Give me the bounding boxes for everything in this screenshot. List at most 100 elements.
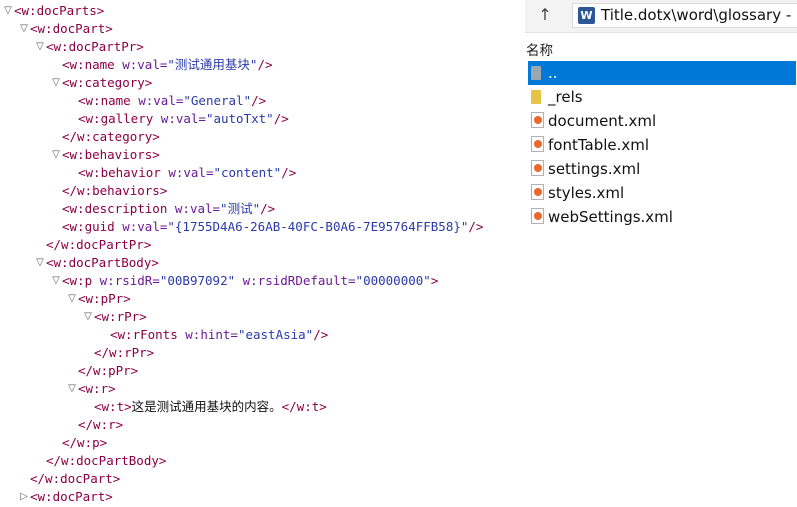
file-name: .. — [548, 64, 558, 82]
xml-tag: /> — [273, 111, 289, 126]
xml-attr-name: w:hint= — [185, 327, 238, 342]
xml-tag: <w:docPartPr> — [46, 39, 144, 54]
xml-tag: <w:docPartBody> — [46, 255, 159, 270]
file-list-item[interactable]: webSettings.xml — [528, 205, 796, 229]
word-doc-icon: W — [578, 7, 595, 24]
xml-tag: </w:r> — [78, 417, 124, 432]
folder-up-icon — [531, 66, 541, 80]
xml-tag: </w:docPart> — [30, 471, 121, 486]
xml-node-text: <w:guid w:val="{1755D4A6-26AB-40FC-B0A6-… — [62, 218, 483, 236]
xml-node-text: </w:rPr> — [94, 344, 154, 362]
xml-tag: </w:behaviors> — [62, 183, 168, 198]
xml-file-icon — [531, 208, 544, 224]
xml-node-text: <w:behavior w:val="content"/> — [78, 164, 296, 182]
xml-node-text: <w:name w:val="General"/> — [78, 92, 266, 110]
xml-tag: <w:behaviors> — [62, 147, 160, 162]
xml-tag: /> — [468, 219, 484, 234]
xml-attr-name: w:val= — [160, 111, 206, 126]
column-header-name[interactable]: 名称 — [526, 39, 553, 59]
xml-node-text: <w:docPartPr> — [46, 38, 144, 56]
xml-tag: <w:docParts> — [14, 3, 105, 18]
xml-node-text: <w:category> — [62, 74, 152, 92]
xml-node-text: <w:p w:rsidR="00B97092" w:rsidRDefault="… — [62, 272, 438, 290]
xml-node-text: </w:category> — [62, 128, 160, 146]
xml-node-text: </w:r> — [78, 416, 123, 434]
xml-node-text: </w:docPart> — [30, 470, 120, 488]
collapse-triangle-icon[interactable]: ▽ — [50, 272, 62, 290]
file-list-item[interactable]: settings.xml — [528, 157, 796, 181]
xml-tag: /> — [281, 165, 297, 180]
collapse-triangle-icon[interactable]: ▽ — [66, 380, 78, 398]
xml-node-text: <w:docPart> — [30, 488, 113, 506]
xml-tag: <w:category> — [62, 75, 153, 90]
file-name: styles.xml — [548, 184, 625, 202]
xml-node-text: </w:docPartBody> — [46, 452, 166, 470]
xml-attr-name: w:val= — [122, 57, 168, 72]
xml-attr-val: "{1755D4A6-26AB-40FC-B0A6-7E95764FFB58}" — [167, 219, 469, 234]
xml-attr-name: w:rsidR= — [99, 273, 160, 288]
xml-node-text: <w:pPr> — [78, 290, 131, 308]
expand-triangle-icon[interactable]: ▷ — [18, 488, 30, 506]
collapse-triangle-icon[interactable]: ▽ — [50, 74, 62, 92]
xml-node-text: <w:description w:val="测试"/> — [62, 200, 275, 218]
address-text: Title.dotx\word\glossary - — [601, 6, 792, 24]
xml-tag: <w:pPr> — [78, 291, 131, 306]
xml-node-text: <w:rFonts w:hint="eastAsia"/> — [110, 326, 328, 344]
collapse-triangle-icon[interactable]: ▽ — [82, 308, 94, 326]
xml-attr-val: "测试" — [220, 201, 261, 216]
xml-tree-view: ▽ <w:docParts> ▽ <w:docPart> ▽ <w:docPartPr> <… — [0, 0, 525, 507]
xml-attr-val: "autoTxt" — [205, 111, 274, 126]
xml-tag: <w:gallery — [78, 111, 161, 126]
xml-file-icon — [531, 112, 544, 128]
xml-tag: <w:docPart> — [30, 21, 113, 36]
file-explorer: ↑ W Title.dotx\word\glossary - 名称 .. _rel… — [525, 0, 797, 507]
xml-node-text: <w:docPartBody> — [46, 254, 159, 272]
file-list-item[interactable]: fontTable.xml — [528, 133, 796, 157]
xml-attr-val: "00B97092" — [159, 273, 236, 288]
xml-tag: </w:category> — [62, 129, 160, 144]
folder-icon — [531, 90, 541, 104]
collapse-triangle-icon[interactable]: ▽ — [34, 38, 46, 56]
file-list-item[interactable]: document.xml — [528, 109, 796, 133]
collapse-triangle-icon[interactable]: ▽ — [50, 146, 62, 164]
xml-attr-name: w:val= — [174, 201, 221, 216]
xml-attr-val: "General" — [183, 93, 252, 108]
collapse-triangle-icon[interactable]: ▽ — [2, 2, 14, 20]
xml-file-icon — [531, 184, 544, 200]
xml-node-text: <w:r> — [78, 380, 116, 398]
up-arrow-icon[interactable]: ↑ — [533, 4, 557, 26]
collapse-triangle-icon[interactable]: ▽ — [18, 20, 30, 38]
xml-node-text: </w:p> — [62, 434, 107, 452]
file-name: document.xml — [548, 112, 657, 130]
xml-file-icon — [531, 136, 544, 152]
xml-attr-name: w:val= — [168, 165, 214, 180]
xml-tag: <w:rFonts — [110, 327, 186, 342]
xml-attr-name: w:val= — [122, 219, 168, 234]
file-list-item[interactable]: _rels — [528, 85, 796, 109]
xml-node-text: <w:t>这是测试通用基块的内容。</w:t> — [94, 398, 327, 416]
xml-tag: <w:description — [62, 201, 175, 216]
xml-tag: <w:name — [78, 93, 139, 108]
xml-attr-name: w:val= — [138, 93, 184, 108]
xml-tag: /> — [260, 201, 276, 216]
xml-attr-name: w:rsidRDefault= — [235, 273, 356, 288]
xml-tag: > — [430, 273, 439, 288]
xml-tag: </w:pPr> — [78, 363, 139, 378]
xml-tag: </w:t> — [281, 399, 327, 414]
xml-node-text: <w:docPart> — [30, 20, 113, 38]
xml-tag: /> — [313, 327, 329, 342]
address-bar[interactable]: W Title.dotx\word\glossary - — [572, 3, 797, 28]
collapse-triangle-icon[interactable]: ▽ — [34, 254, 46, 272]
xml-node-text: <w:behaviors> — [62, 146, 160, 164]
collapse-triangle-icon[interactable]: ▽ — [66, 290, 78, 308]
xml-node-text: </w:pPr> — [78, 362, 138, 380]
xml-tag: <w:behavior — [78, 165, 169, 180]
xml-node-text: </w:docPartPr> — [46, 236, 151, 254]
file-list-item[interactable]: styles.xml — [528, 181, 796, 205]
xml-tag: <w:p — [62, 273, 100, 288]
xml-tag: <w:docPart> — [30, 489, 113, 504]
xml-tag: <w:rPr> — [94, 309, 147, 324]
file-list-item[interactable]: .. — [528, 61, 796, 85]
xml-text-node: 这是测试通用基块的内容。 — [131, 399, 282, 414]
file-name: _rels — [548, 88, 583, 106]
